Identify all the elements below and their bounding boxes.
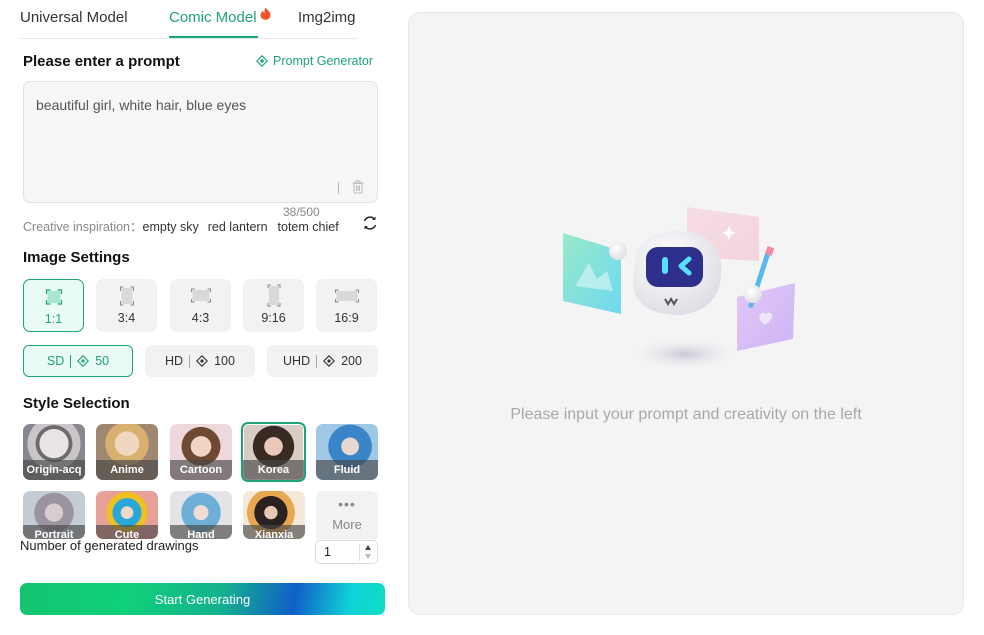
more-styles-button[interactable]: ••• More xyxy=(316,491,378,539)
result-canvas: Please input your prompt and creativity … xyxy=(408,12,964,615)
active-tab-indicator xyxy=(169,36,258,38)
quality-option-uhd[interactable]: UHD 200 xyxy=(267,345,378,377)
ratio-option-3-4[interactable]: 3:4 xyxy=(96,279,157,332)
trash-icon[interactable] xyxy=(351,180,365,194)
style-option-cute[interactable]: Cute xyxy=(96,491,158,539)
tab-img2img[interactable]: Img2img xyxy=(298,9,356,26)
diamond-icon xyxy=(256,55,268,67)
quality-label: HD xyxy=(165,354,184,368)
ratio-label: 9:16 xyxy=(261,311,286,325)
credit-icon xyxy=(196,355,209,367)
ratio-label: 3:4 xyxy=(117,311,136,325)
aspect-square-icon xyxy=(45,289,62,305)
fire-icon xyxy=(260,7,271,20)
tab-universal-model[interactable]: Universal Model xyxy=(20,9,128,26)
image-settings-heading: Image Settings xyxy=(23,249,130,266)
style-option-portrait[interactable]: Portrait xyxy=(23,491,85,539)
quality-label: UHD xyxy=(283,354,311,368)
model-tabs: Universal Model Comic Model Img2img xyxy=(20,0,358,39)
more-label: More xyxy=(332,517,362,532)
ratio-label: 4:3 xyxy=(191,311,210,325)
style-label: Cartoon xyxy=(170,460,232,480)
empty-state-message: Please input your prompt and creativity … xyxy=(510,406,862,423)
aspect-tall-icon xyxy=(267,284,280,307)
style-option-korea[interactable]: Korea xyxy=(241,422,306,482)
style-selection-heading: Style Selection xyxy=(23,395,130,412)
refresh-icon[interactable] xyxy=(362,215,378,231)
ratio-label: 1:1 xyxy=(44,312,63,326)
style-option-fluid[interactable]: Fluid xyxy=(316,424,378,480)
prompt-generator-button[interactable]: Prompt Generator xyxy=(256,54,373,68)
inspiration-chip[interactable]: totem chief xyxy=(278,220,339,234)
credit-icon xyxy=(77,355,90,367)
style-label: Xianxia xyxy=(243,525,305,539)
ratio-option-16-9[interactable]: 16:9 xyxy=(316,279,377,332)
divider xyxy=(70,354,72,368)
style-option-hand-drawn[interactable]: Hand drawn xyxy=(170,491,232,539)
style-option-anime[interactable]: Anime xyxy=(96,424,158,480)
robot-illustration xyxy=(563,207,795,371)
quality-cost: 100 xyxy=(214,354,235,368)
decrement-icon[interactable] xyxy=(365,554,371,559)
divider xyxy=(338,182,339,194)
drawings-count-value: 1 xyxy=(324,545,331,559)
divider xyxy=(189,354,191,368)
style-label: Anime xyxy=(96,460,158,480)
prompt-generator-label: Prompt Generator xyxy=(273,54,374,68)
style-label: Origin-acq xyxy=(23,460,85,480)
quality-cost: 50 xyxy=(95,354,110,368)
style-label: Portrait xyxy=(23,525,85,539)
quality-cost: 200 xyxy=(341,354,362,368)
aspect-wide-icon xyxy=(334,289,359,303)
creative-inspiration: Creative inspiration：empty sky red lanter… xyxy=(23,216,339,235)
start-generating-button[interactable]: Start Generating xyxy=(20,583,385,615)
prompt-heading: Please enter a prompt xyxy=(23,53,180,70)
style-option-cartoon[interactable]: Cartoon xyxy=(170,424,232,480)
aspect-landscape-icon xyxy=(190,288,211,303)
style-label: Korea xyxy=(243,460,304,480)
divider xyxy=(316,354,318,368)
increment-icon[interactable] xyxy=(365,545,371,550)
style-label: Hand drawn xyxy=(170,525,232,539)
style-option-origin-acq[interactable]: Origin-acq xyxy=(23,424,85,480)
more-icon: ••• xyxy=(338,496,356,512)
quality-option-hd[interactable]: HD 100 xyxy=(145,345,255,377)
style-label: Fluid xyxy=(316,460,378,480)
inspiration-label: Creative inspiration： xyxy=(23,220,143,234)
ratio-label: 16:9 xyxy=(334,311,359,325)
divider xyxy=(359,544,360,561)
ratio-option-9-16[interactable]: 9:16 xyxy=(243,279,304,332)
inspiration-chip[interactable]: empty sky xyxy=(143,220,199,234)
tab-comic-model[interactable]: Comic Model xyxy=(169,9,257,26)
credit-icon xyxy=(323,355,336,367)
quality-label: SD xyxy=(46,354,65,368)
prompt-input[interactable]: beautiful girl, white hair, blue eyes xyxy=(23,81,378,203)
aspect-portrait-icon xyxy=(119,286,134,306)
drawings-count-stepper[interactable]: 1 xyxy=(315,540,378,564)
quality-option-sd[interactable]: SD 50 xyxy=(23,345,133,377)
drawings-count-label: Number of generated drawings xyxy=(20,538,199,553)
inspiration-chip[interactable]: red lantern xyxy=(208,220,268,234)
ratio-option-4-3[interactable]: 4:3 xyxy=(170,279,231,332)
ratio-option-1-1[interactable]: 1:1 xyxy=(23,279,84,332)
style-option-xianxia[interactable]: Xianxia xyxy=(243,491,305,539)
prompt-input-value: beautiful girl, white hair, blue eyes xyxy=(36,97,247,113)
style-label: Cute xyxy=(96,525,158,539)
